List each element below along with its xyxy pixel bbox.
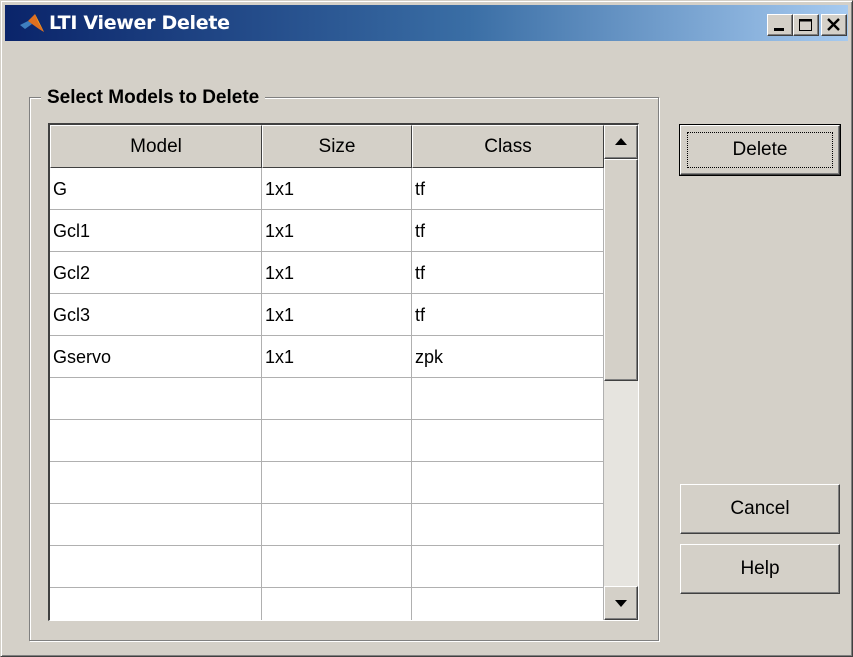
cell-size[interactable]: 1x1 [262, 168, 412, 210]
table-row-empty[interactable] [50, 588, 604, 620]
cell-model[interactable] [50, 420, 262, 462]
cell-size[interactable] [262, 588, 412, 620]
cell-model[interactable]: Gcl3 [50, 294, 262, 336]
table-row-empty[interactable] [50, 420, 604, 462]
close-button[interactable] [821, 14, 847, 36]
cell-class[interactable] [412, 546, 604, 588]
cell-class[interactable]: zpk [412, 336, 604, 378]
scroll-thumb[interactable] [604, 159, 638, 381]
cell-model[interactable] [50, 504, 262, 546]
table-row[interactable]: Gservo 1x1 zpk [50, 336, 604, 378]
table-row-empty[interactable] [50, 504, 604, 546]
cell-size[interactable] [262, 546, 412, 588]
scroll-down-button[interactable] [604, 586, 638, 620]
cell-class[interactable]: tf [412, 168, 604, 210]
table-body: G 1x1 tf Gcl1 1x1 tf Gcl2 1x1 tf Gcl3 1x… [50, 168, 604, 620]
cell-model[interactable] [50, 462, 262, 504]
cell-class[interactable] [412, 462, 604, 504]
vertical-scrollbar[interactable] [604, 125, 638, 620]
cell-size[interactable] [262, 378, 412, 420]
minimize-button[interactable] [767, 14, 793, 36]
cell-model[interactable]: Gservo [50, 336, 262, 378]
cell-class[interactable] [412, 504, 604, 546]
minimize-icon [774, 28, 784, 31]
cell-class[interactable]: tf [412, 294, 604, 336]
focus-rectangle [687, 132, 833, 168]
groupbox-title: Select Models to Delete [41, 87, 266, 109]
window-title: LTI Viewer Delete [49, 12, 230, 34]
cell-size[interactable]: 1x1 [262, 252, 412, 294]
maximize-icon [799, 19, 812, 31]
table-row[interactable]: G 1x1 tf [50, 168, 604, 210]
maximize-button[interactable] [793, 14, 819, 36]
arrow-up-icon [615, 138, 627, 145]
scroll-up-button[interactable] [604, 125, 638, 159]
matlab-logo-icon [20, 14, 44, 32]
cell-model[interactable]: Gcl2 [50, 252, 262, 294]
cell-class[interactable] [412, 378, 604, 420]
models-table: Model Size Class G 1x1 tf Gcl1 1x1 tf Gc… [48, 123, 639, 621]
cell-size[interactable]: 1x1 [262, 210, 412, 252]
close-icon [827, 18, 840, 31]
cell-size[interactable] [262, 504, 412, 546]
help-button[interactable]: Help [680, 544, 840, 594]
arrow-down-icon [615, 600, 627, 607]
cell-size[interactable]: 1x1 [262, 294, 412, 336]
column-header-model[interactable]: Model [50, 125, 262, 168]
cell-class[interactable]: tf [412, 252, 604, 294]
table-row-empty[interactable] [50, 378, 604, 420]
column-header-class[interactable]: Class [412, 125, 604, 168]
help-button-label: Help [740, 558, 780, 579]
cell-class[interactable] [412, 420, 604, 462]
cell-model[interactable] [50, 546, 262, 588]
cell-model[interactable]: Gcl1 [50, 210, 262, 252]
cell-size[interactable] [262, 420, 412, 462]
cell-size[interactable] [262, 462, 412, 504]
title-bar[interactable]: LTI Viewer Delete [5, 5, 848, 41]
cell-model[interactable] [50, 588, 262, 620]
table-row-empty[interactable] [50, 546, 604, 588]
cell-model[interactable]: G [50, 168, 262, 210]
cell-size[interactable]: 1x1 [262, 336, 412, 378]
table-row[interactable]: Gcl1 1x1 tf [50, 210, 604, 252]
cell-class[interactable] [412, 588, 604, 620]
cancel-button-label: Cancel [730, 498, 790, 519]
cell-class[interactable]: tf [412, 210, 604, 252]
cell-model[interactable] [50, 378, 262, 420]
table-row[interactable]: Gcl2 1x1 tf [50, 252, 604, 294]
dialog-window: LTI Viewer Delete Select Models to Delet… [0, 0, 853, 657]
column-header-size[interactable]: Size [262, 125, 412, 168]
delete-button[interactable]: Delete [679, 124, 841, 176]
table-row[interactable]: Gcl3 1x1 tf [50, 294, 604, 336]
table-row-empty[interactable] [50, 462, 604, 504]
cancel-button[interactable]: Cancel [680, 484, 840, 534]
